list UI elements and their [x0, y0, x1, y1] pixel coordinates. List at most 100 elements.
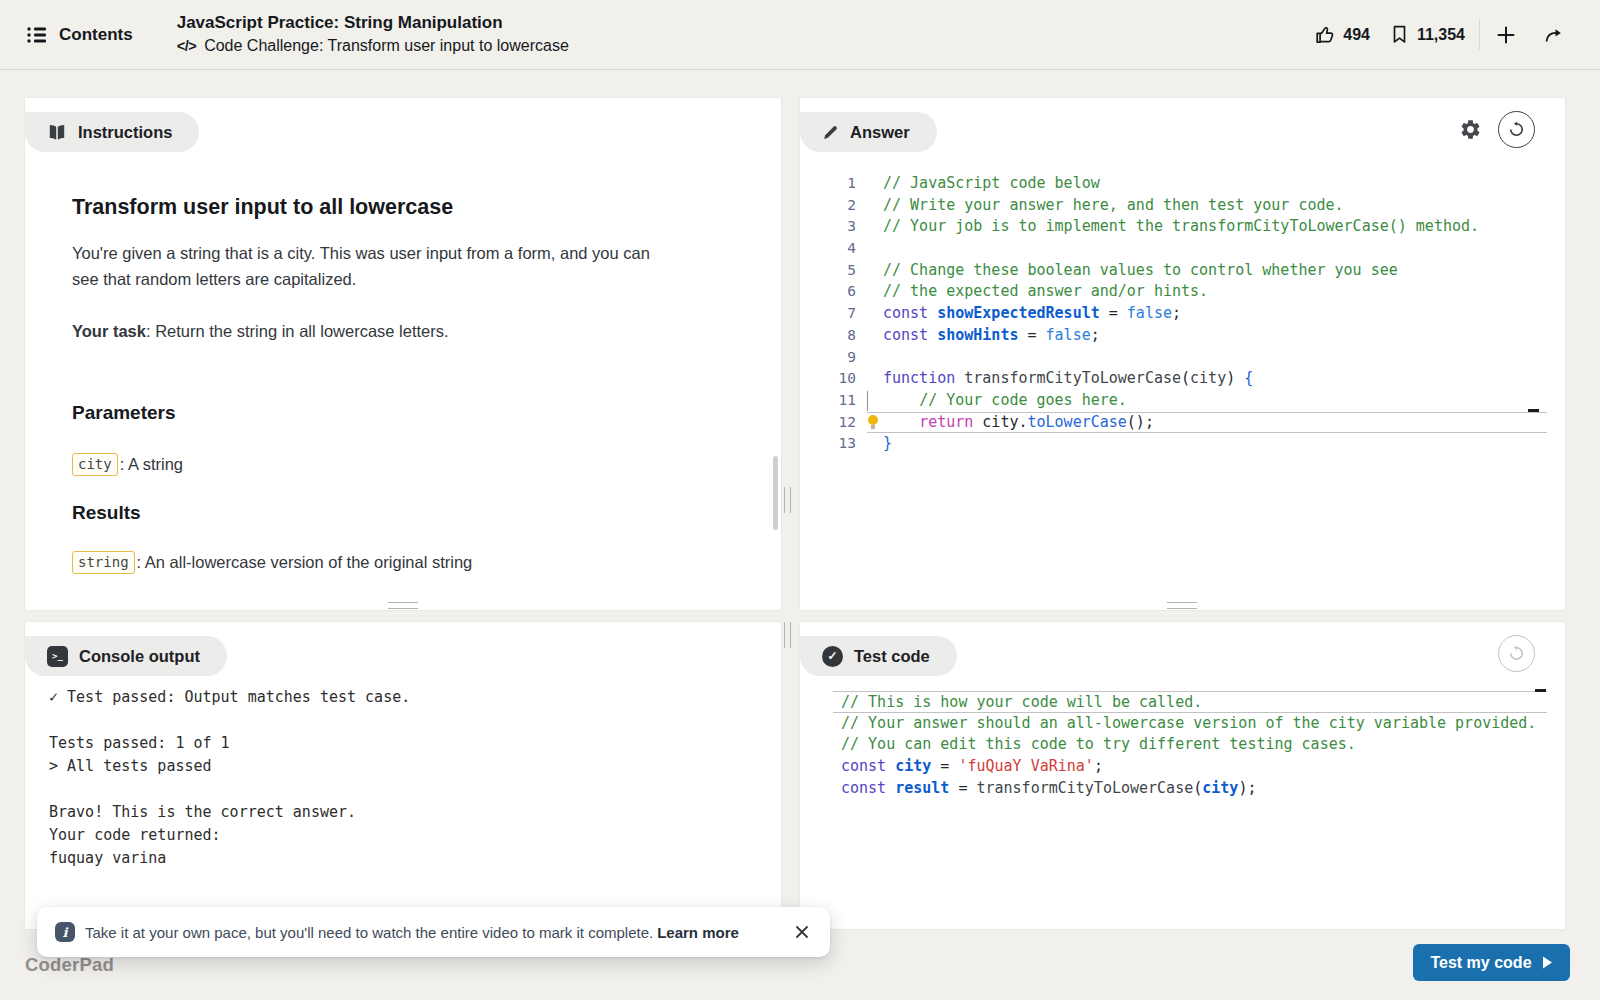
- console-line: Your code returned:: [49, 824, 761, 847]
- header-divider: [1479, 20, 1480, 50]
- code-line[interactable]: const city = 'fuQuaY VaRina';: [833, 756, 1547, 778]
- learn-more-link[interactable]: Learn more: [657, 924, 739, 941]
- bookmark-icon: [1390, 24, 1409, 45]
- code-line[interactable]: 8 const showHints = false;: [800, 325, 1565, 347]
- task-line: Your task: Return the string in all lowe…: [72, 318, 721, 344]
- code-text: // This is how your code will be called.: [841, 692, 1202, 712]
- likes-button[interactable]: 494: [1314, 24, 1370, 45]
- close-toast-icon[interactable]: [794, 924, 810, 940]
- line-number: 10: [800, 368, 856, 390]
- line-number: 11: [800, 390, 856, 412]
- line-number: 5: [800, 260, 856, 282]
- page-subtitle: Code Challenge: Transform user input to …: [204, 35, 569, 57]
- result-row: string : An all-lowercase version of the…: [72, 549, 721, 575]
- coderpad-logo: CoderPad: [25, 954, 114, 976]
- parameters-heading: Parameters: [72, 401, 721, 425]
- code-text: // JavaScript code below: [883, 174, 1100, 192]
- console-line: [49, 778, 761, 801]
- vertical-resize-handle-top[interactable]: [784, 487, 791, 513]
- code-line[interactable]: 4: [800, 238, 1565, 260]
- code-text: }: [883, 434, 892, 452]
- reset-test-code-button[interactable]: [1498, 635, 1535, 672]
- code-line[interactable]: 12 return city.toLowerCase();: [800, 412, 1565, 434]
- bookmarks-count: 11,354: [1417, 26, 1465, 44]
- instructions-content: Transform user input to all lowercase Yo…: [25, 98, 781, 575]
- terminal-icon: >_: [47, 646, 68, 667]
- test-code-editor[interactable]: // This is how your code will be called.…: [800, 691, 1565, 799]
- book-icon: [47, 124, 67, 141]
- toast-message: Take it at your own pace, but you'll nee…: [85, 924, 653, 941]
- console-line: > All tests passed: [49, 755, 761, 778]
- code-challenge-icon: </>: [177, 35, 196, 57]
- code-line[interactable]: // Your answer should an all-lowercase v…: [833, 713, 1547, 735]
- horizontal-resize-handle-right[interactable]: [1167, 602, 1197, 609]
- instructions-tab: Instructions: [25, 112, 199, 152]
- check-circle-icon: ✓: [822, 646, 843, 667]
- code-line[interactable]: 7 const showExpectedResult = false;: [800, 303, 1565, 325]
- line-number: 9: [800, 347, 856, 369]
- code-line[interactable]: 5 // Change these boolean values to contr…: [800, 260, 1565, 282]
- code-text: return city.toLowerCase();: [883, 413, 1154, 431]
- answer-panel: Answer 1// JavaScript code below2// Writ…: [799, 97, 1566, 611]
- line-number: 2: [800, 195, 856, 217]
- code-text: // Your code goes here.: [883, 391, 1127, 409]
- console-output-panel: >_ Console output ✓ Test passed: Output …: [24, 621, 782, 930]
- console-line: [49, 709, 761, 732]
- top-bar: Contents JavaScript Practice: String Man…: [0, 0, 1600, 70]
- line-number: 8: [800, 325, 856, 347]
- reset-code-button[interactable]: [1498, 111, 1535, 148]
- code-line[interactable]: 1// JavaScript code below: [800, 173, 1565, 195]
- task-label: Your task: [72, 322, 146, 340]
- code-line[interactable]: 6// the expected answer and/or hints.: [800, 281, 1565, 303]
- code-text: // the expected answer and/or hints.: [883, 282, 1208, 300]
- add-button[interactable]: [1491, 20, 1521, 50]
- code-text: // Your answer should an all-lowercase v…: [841, 713, 1536, 735]
- code-line[interactable]: const result = transformCityToLowerCase(…: [833, 778, 1547, 800]
- hint-lightbulb-icon[interactable]: [867, 412, 883, 434]
- code-line[interactable]: 9: [800, 347, 1565, 369]
- horizontal-resize-handle-left[interactable]: [388, 602, 418, 609]
- line-number: 4: [800, 238, 856, 260]
- code-text: // Write your answer here, and then test…: [883, 196, 1344, 214]
- code-line[interactable]: 2 // Write your answer here, and then tes…: [800, 195, 1565, 217]
- lesson-title-block: JavaScript Practice: String Manipulation…: [177, 12, 569, 57]
- code-line[interactable]: 3// Your job is to implement the transfo…: [800, 216, 1565, 238]
- result-name-chip: string: [72, 551, 135, 574]
- code-text: const result = transformCityToLowerCase(…: [841, 778, 1256, 800]
- instructions-label: Instructions: [78, 123, 172, 142]
- code-line[interactable]: // This is how your code will be called.: [833, 691, 1547, 713]
- thumbs-up-icon: [1314, 24, 1335, 45]
- share-button[interactable]: [1539, 20, 1569, 50]
- code-text: const showHints = false;: [883, 326, 1100, 344]
- play-icon: [1542, 956, 1553, 969]
- line-number: 7: [800, 303, 856, 325]
- console-line: Tests passed: 1 of 1: [49, 732, 761, 755]
- code-line[interactable]: // You can edit this code to try differe…: [833, 734, 1547, 756]
- parameter-row: city : A string: [72, 451, 721, 477]
- result-description: : An all-lowercase version of the origin…: [137, 549, 473, 575]
- settings-gear-icon[interactable]: [1459, 118, 1482, 141]
- code-line[interactable]: 11 // Your code goes here.: [800, 390, 1565, 412]
- contents-button[interactable]: Contents: [26, 25, 133, 45]
- challenge-heading: Transform user input to all lowercase: [72, 194, 721, 220]
- bookmark-button[interactable]: 11,354: [1390, 24, 1465, 45]
- test-code-panel: ✓ Test code // This is how your code wil…: [799, 621, 1566, 930]
- vertical-resize-handle-bottom[interactable]: [784, 622, 791, 648]
- code-line[interactable]: 10function transformCityToLowerCase(city…: [800, 368, 1565, 390]
- code-line[interactable]: 13}: [800, 433, 1565, 455]
- results-heading: Results: [72, 501, 721, 525]
- contents-label: Contents: [59, 25, 133, 45]
- answer-code-editor[interactable]: 1// JavaScript code below2 // Write your …: [800, 173, 1565, 455]
- code-text: const showExpectedResult = false;: [883, 304, 1181, 322]
- instructions-scrollbar[interactable]: [773, 456, 778, 530]
- test-code-tab: ✓ Test code: [800, 636, 957, 676]
- code-text: // Change these boolean values to contro…: [883, 261, 1398, 279]
- line-number: 3: [800, 216, 856, 238]
- console-line: ✓ Test passed: Output matches test case.: [49, 686, 761, 709]
- param-description: : A string: [120, 451, 183, 477]
- console-output-tab: >_ Console output: [25, 636, 227, 676]
- instructions-panel: Instructions Transform user input to all…: [24, 97, 782, 611]
- test-my-code-button[interactable]: Test my code: [1413, 944, 1570, 981]
- test-code-label: Test code: [854, 647, 930, 666]
- line-number: 12: [800, 412, 856, 434]
